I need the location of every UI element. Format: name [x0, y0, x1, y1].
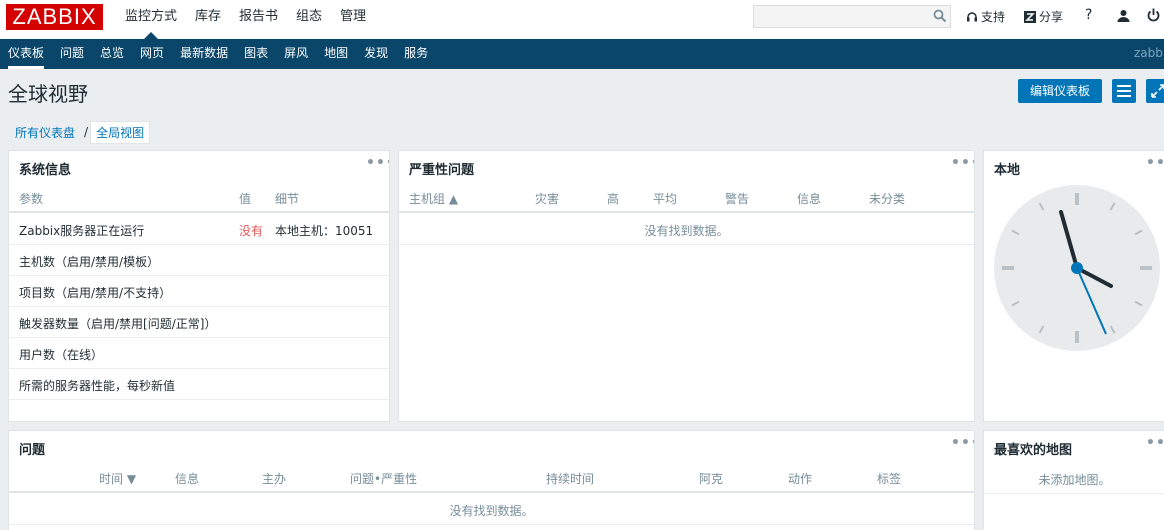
table-header: 参数 值 细节 [9, 183, 389, 213]
problems-by-severity-widget: 严重性问题 ••• 主机组 ▲ 灾害 高 平均 警告 信息 未分类 没有找到数据… [398, 150, 975, 422]
support-link[interactable]: 支持 [966, 8, 1005, 25]
analog-clock [994, 185, 1160, 351]
column-header: 问题•严重性 [350, 472, 418, 486]
table-row: 用户数（在线） [9, 338, 389, 369]
page-title: 全球视野 [8, 82, 88, 106]
column-header: 细节 [275, 192, 300, 206]
column-header: 阿克 [699, 472, 724, 486]
table-row: 所需的服务器性能，每秒新值 [9, 369, 389, 400]
parameter-cell: 主机数（启用/禁用/模板） [19, 255, 160, 269]
widget-menu-icon[interactable]: ••• [366, 155, 389, 171]
widget-title: 严重性问题 [409, 163, 475, 178]
column-header: 平均 [653, 192, 678, 206]
widget-title: 系统信息 [19, 163, 72, 178]
breadcrumb-separator: / [84, 125, 89, 139]
no-data-message: 未添加地图。 [1038, 473, 1111, 487]
column-header-host-group[interactable]: 主机组 ▲ [409, 190, 458, 207]
sub-nav-maps[interactable]: 地图 [316, 39, 356, 69]
sub-nav-screens[interactable]: 屏风 [276, 39, 316, 69]
expand-icon [1151, 84, 1164, 98]
breadcrumb-current[interactable]: 全局视图 [90, 120, 151, 144]
parameter-cell: 用户数（在线） [19, 348, 104, 362]
sub-nav-overview[interactable]: 总览 [92, 39, 132, 69]
sub-nav: 仪表板 问题 总览 网页 最新数据 图表 屏风 地图 发现 服务 zabbi [0, 39, 1164, 69]
column-header: 持续时间 [546, 472, 595, 486]
breadcrumb-all-dashboards[interactable]: 所有仪表盘 [8, 124, 82, 141]
main-nav: 监控方式 库存 报告书 组态 管理 [116, 0, 375, 39]
favorite-maps-widget: 最喜欢的地图 ••• 未添加地图。 [983, 430, 1164, 530]
column-header: 信息 [175, 472, 200, 486]
breadcrumb: 所有仪表盘 / 全局视图 [8, 120, 151, 144]
column-header: 灾害 [535, 192, 560, 206]
column-header: 主办 [262, 472, 287, 486]
sub-nav-services[interactable]: 服务 [396, 39, 436, 69]
table-header: 主机组 ▲ 灾害 高 平均 警告 信息 未分类 [399, 183, 974, 213]
column-header: 动作 [788, 472, 813, 486]
column-header-time[interactable]: 时间 ▼ [99, 470, 136, 487]
widget-title: 最喜欢的地图 [994, 443, 1073, 458]
main-nav-monitoring[interactable]: 监控方式 [116, 0, 186, 39]
share-link[interactable]: 分享 [1024, 8, 1063, 25]
widget-menu-icon[interactable]: ••• [951, 435, 974, 451]
sub-nav-dashboard[interactable]: 仪表板 [0, 39, 52, 69]
details-cell: 本地主机：10051 [275, 224, 374, 238]
column-header: 标签 [877, 472, 902, 486]
table-row: 触发器数量（启用/禁用[问题/正常]） [9, 307, 389, 338]
table-header: 时间 ▼ 信息 主办 问题•严重性 持续时间 阿克 动作 标签 [9, 463, 974, 493]
parameter-cell: 所需的服务器性能，每秒新值 [19, 379, 176, 393]
main-nav-inventory[interactable]: 库存 [186, 0, 230, 39]
column-header: 信息 [797, 192, 822, 206]
table-row: 没有找到数据。 [9, 494, 974, 525]
column-header: 高 [607, 192, 620, 206]
clock-widget: 本地 ••• [983, 150, 1164, 422]
headset-icon [967, 11, 977, 21]
parameter-cell: 触发器数量（启用/禁用[问题/正常]） [19, 317, 217, 331]
table-row: Zabbix服务器正在运行 没有 本地主机：10051 [9, 214, 389, 245]
table-row: 未添加地图。 [984, 463, 1164, 494]
parameter-cell: 项目数（启用/禁用/不支持） [19, 286, 172, 300]
zabbix-logo[interactable]: ZABBIX [6, 4, 103, 30]
share-icon [1024, 10, 1036, 23]
widget-menu-icon[interactable]: ••• [1146, 155, 1164, 171]
widget-menu-icon[interactable]: ••• [951, 155, 974, 171]
support-label: 支持 [981, 10, 1006, 24]
menu-icon [1117, 85, 1131, 97]
edit-dashboard-button[interactable]: 编辑仪表板 [1018, 79, 1102, 103]
top-bar: ZABBIX 监控方式 库存 报告书 组态 管理 支持 分享 ? [0, 0, 1164, 39]
dashboard-menu-button[interactable] [1112, 79, 1136, 103]
clock-center [1071, 262, 1083, 274]
widget-menu-icon[interactable]: ••• [1146, 435, 1164, 451]
table-row: 项目数（启用/禁用/不支持） [9, 276, 389, 307]
sub-nav-web[interactable]: 网页 [132, 39, 172, 69]
column-header: 未分类 [869, 192, 906, 206]
column-header: 警告 [725, 192, 750, 206]
no-data-message: 没有找到数据。 [449, 504, 534, 518]
search-icon[interactable] [933, 9, 947, 23]
parameter-cell: Zabbix服务器正在运行 [19, 224, 145, 238]
widget-title: 本地 [994, 163, 1021, 178]
share-label: 分享 [1039, 10, 1064, 24]
widget-title: 问题 [19, 443, 46, 458]
search-input[interactable] [753, 5, 951, 28]
problems-widget: 问题 ••• 时间 ▼ 信息 主办 问题•严重性 持续时间 阿克 动作 标签 没… [8, 430, 975, 530]
table-row: 主机数（启用/禁用/模板） [9, 245, 389, 276]
main-nav-configuration[interactable]: 组态 [287, 0, 331, 39]
main-nav-reports[interactable]: 报告书 [230, 0, 287, 39]
column-header: 参数 [19, 192, 44, 206]
main-nav-administration[interactable]: 管理 [331, 0, 375, 39]
column-header: 值 [239, 192, 252, 206]
sign-out-icon[interactable] [1147, 8, 1160, 22]
help-button[interactable]: ? [1085, 7, 1092, 23]
table-row: 没有找到数据。 [399, 214, 974, 245]
fullscreen-button[interactable] [1146, 79, 1164, 103]
sub-nav-graphs[interactable]: 图表 [236, 39, 276, 69]
system-info-widget: 系统信息 ••• 参数 值 细节 Zabbix服务器正在运行 没有 本地主机：1… [8, 150, 390, 422]
no-data-message: 没有找到数据。 [644, 224, 729, 238]
user-profile-icon[interactable] [1117, 9, 1130, 22]
sub-nav-discovery[interactable]: 发现 [356, 39, 396, 69]
value-cell: 没有 [239, 224, 264, 238]
server-name-label: zabbi [1134, 46, 1164, 60]
sub-nav-latest-data[interactable]: 最新数据 [172, 39, 236, 69]
sub-nav-problems[interactable]: 问题 [52, 39, 92, 69]
